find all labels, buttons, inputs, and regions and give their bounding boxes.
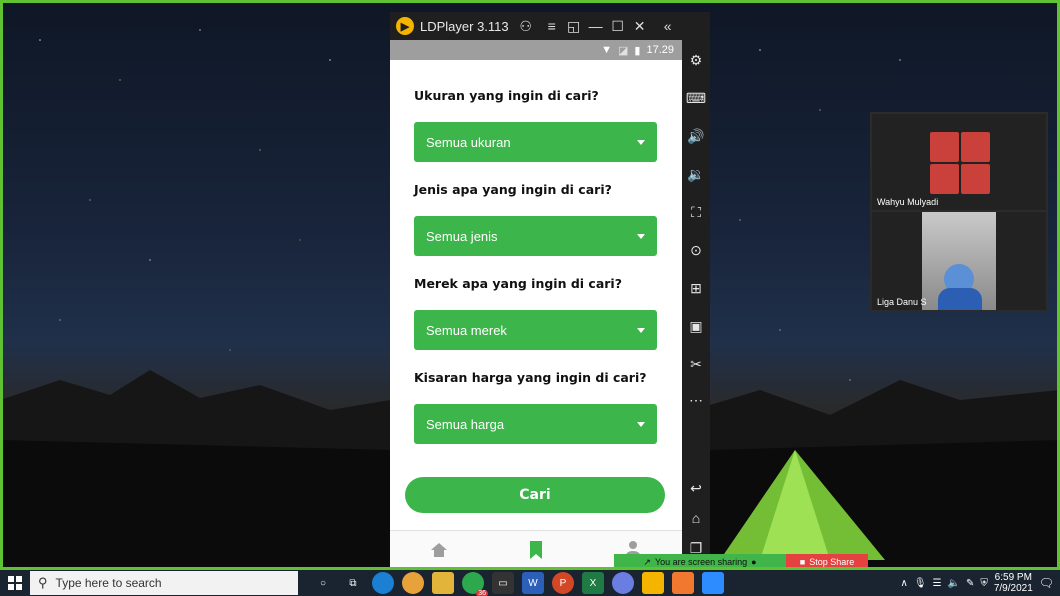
- size-question-label: Ukuran yang ingin di cari?: [414, 88, 599, 103]
- clock[interactable]: 6:59 PM 7/9/2021: [994, 572, 1033, 594]
- gamepad-icon[interactable]: ⚇: [515, 15, 537, 37]
- android-status-bar: ▼ ◪ ▮ 17.29: [390, 40, 682, 60]
- powerpoint-icon[interactable]: P: [552, 572, 574, 594]
- stop-share-button[interactable]: ■ Stop Share: [786, 554, 868, 570]
- collapse-sidebar-icon[interactable]: «: [657, 15, 679, 37]
- home-nav-icon[interactable]: ⌂: [686, 508, 706, 528]
- stop-icon: ■: [799, 557, 806, 567]
- close-icon[interactable]: ✕: [629, 15, 651, 37]
- home-icon[interactable]: [430, 541, 448, 559]
- ldplayer-logo-icon: ▶: [396, 17, 414, 35]
- price-dropdown[interactable]: Semua harga: [414, 404, 657, 444]
- ldplayer-icon[interactable]: [642, 572, 664, 594]
- whatsapp-icon[interactable]: 36: [462, 572, 488, 596]
- status-time: 17.29: [646, 44, 674, 56]
- security-icon[interactable]: ⛨: [980, 578, 988, 589]
- zoom-icon[interactable]: [702, 572, 724, 594]
- pen-icon[interactable]: ✎: [966, 578, 974, 589]
- microphone-icon[interactable]: 🎙: [914, 578, 927, 589]
- more-icon[interactable]: ⋯: [686, 390, 706, 410]
- task-view-icon[interactable]: ⧉: [342, 572, 364, 594]
- type-dropdown[interactable]: Semua jenis: [414, 216, 657, 256]
- desktop: ▶ LDPlayer 3.113 ⚇ ≡ ◱ — ☐ ✕ « ▼ ◪ ▮ 17.…: [0, 0, 1060, 596]
- brand-dropdown-value: Semua merek: [426, 322, 507, 338]
- record-icon[interactable]: ⊙: [686, 240, 706, 260]
- avatar: [930, 132, 990, 194]
- volume-up-icon[interactable]: 🔊: [686, 126, 706, 146]
- screen-share-bar: ↗ You are screen sharing ● ■ Stop Share: [614, 554, 868, 570]
- video-feed: [922, 212, 996, 310]
- share-icon: ↗: [643, 556, 651, 567]
- maximize-icon[interactable]: ☐: [607, 15, 629, 37]
- shield-icon: ●: [751, 557, 757, 567]
- notification-badge: 36: [476, 590, 488, 596]
- screenshot-icon[interactable]: ▣: [686, 316, 706, 336]
- xampp-icon[interactable]: [672, 572, 694, 594]
- chevron-up-icon[interactable]: ∧: [900, 578, 907, 589]
- settings-icon[interactable]: ⚙: [686, 50, 706, 70]
- add-apk-icon[interactable]: ⊞: [686, 278, 706, 298]
- participant-tile[interactable]: Liga Danu S: [872, 212, 1046, 310]
- participant-tile[interactable]: Wahyu Mulyadi: [872, 114, 1046, 210]
- participant-name: Wahyu Mulyadi: [877, 197, 939, 207]
- word-icon[interactable]: W: [522, 572, 544, 594]
- taskbar: ⚲ Type here to search ○ ⧉ 36 ▭ W P X ∧ 🎙…: [0, 570, 1060, 596]
- excel-icon[interactable]: X: [582, 572, 604, 594]
- brand-question-label: Merek apa yang ingin di cari?: [414, 276, 622, 291]
- clock-time: 6:59 PM: [994, 572, 1032, 583]
- price-question-label: Kisaran harga yang ingin di cari?: [414, 370, 647, 385]
- stop-share-label: Stop Share: [809, 557, 855, 567]
- brand-dropdown[interactable]: Semua merek: [414, 310, 657, 350]
- chrome-icon[interactable]: [402, 572, 424, 594]
- taskbar-search[interactable]: ⚲ Type here to search: [30, 571, 298, 595]
- search-button[interactable]: Cari: [405, 477, 665, 513]
- emulator-titlebar: ▶ LDPlayer 3.113 ⚇ ≡ ◱ — ☐ ✕ «: [390, 12, 710, 40]
- minimize-icon[interactable]: —: [585, 15, 607, 37]
- share-status: ↗ You are screen sharing ●: [614, 554, 786, 570]
- share-message: You are screen sharing: [654, 557, 748, 567]
- video-panel: Wahyu Mulyadi Liga Danu S: [870, 112, 1048, 312]
- signal-icon: ◪: [618, 44, 629, 57]
- search-placeholder: Type here to search: [55, 576, 162, 590]
- back-icon[interactable]: ↩: [686, 478, 706, 498]
- battery-icon: ▮: [634, 44, 641, 57]
- fullscreen-icon[interactable]: ⛶: [686, 202, 706, 222]
- price-dropdown-value: Semua harga: [426, 416, 505, 432]
- network-icon[interactable]: ☰: [933, 578, 942, 589]
- cortana-icon[interactable]: ○: [312, 572, 334, 594]
- search-icon: ⚲: [38, 575, 48, 590]
- windows-start-icon[interactable]: [0, 570, 30, 596]
- volume-down-icon[interactable]: 🔉: [686, 164, 706, 184]
- notification-center-icon[interactable]: 🗨: [1039, 576, 1054, 590]
- emulator-sidebar: ⚙ ⌨ 🔊 🔉 ⛶ ⊙ ⊞ ▣ ✂ ⋯ ↩ ⌂ ❐: [682, 40, 710, 568]
- emulator-title: LDPlayer 3.113: [420, 18, 509, 34]
- keyboard-icon[interactable]: ⌨: [686, 88, 706, 108]
- chevron-down-icon: [637, 233, 645, 239]
- terminal-icon[interactable]: ▭: [492, 572, 514, 594]
- wifi-icon: ▼: [601, 44, 612, 56]
- system-tray: ∧ 🎙 ☰ 🔈 ✎ ⛨ 6:59 PM 7/9/2021 🗨: [900, 570, 1054, 596]
- participant-name: Liga Danu S: [877, 297, 927, 307]
- chevron-down-icon: [637, 327, 645, 333]
- size-dropdown-value: Semua ukuran: [426, 134, 511, 150]
- clock-date: 7/9/2021: [993, 583, 1033, 594]
- type-question-label: Jenis apa yang ingin di cari?: [414, 182, 612, 197]
- bookmark-icon[interactable]: [528, 540, 544, 560]
- chevron-down-icon: [637, 139, 645, 145]
- type-dropdown-value: Semua jenis: [426, 228, 498, 244]
- emulator-window: ▶ LDPlayer 3.113 ⚇ ≡ ◱ — ☐ ✕ « ▼ ◪ ▮ 17.…: [390, 12, 710, 568]
- menu-icon[interactable]: ≡: [541, 15, 563, 37]
- android-screen: ▼ ◪ ▮ 17.29 Ukuran yang ingin di cari? S…: [390, 40, 682, 568]
- size-dropdown[interactable]: Semua ukuran: [414, 122, 657, 162]
- glowing-tent: [720, 450, 885, 560]
- chevron-down-icon: [637, 421, 645, 427]
- edge-icon[interactable]: [372, 572, 394, 594]
- scissors-icon[interactable]: ✂: [686, 354, 706, 374]
- file-explorer-icon[interactable]: [432, 572, 454, 594]
- window-mode-icon[interactable]: ◱: [563, 15, 585, 37]
- discord-icon[interactable]: [612, 572, 634, 594]
- speaker-icon[interactable]: 🔈: [947, 578, 959, 589]
